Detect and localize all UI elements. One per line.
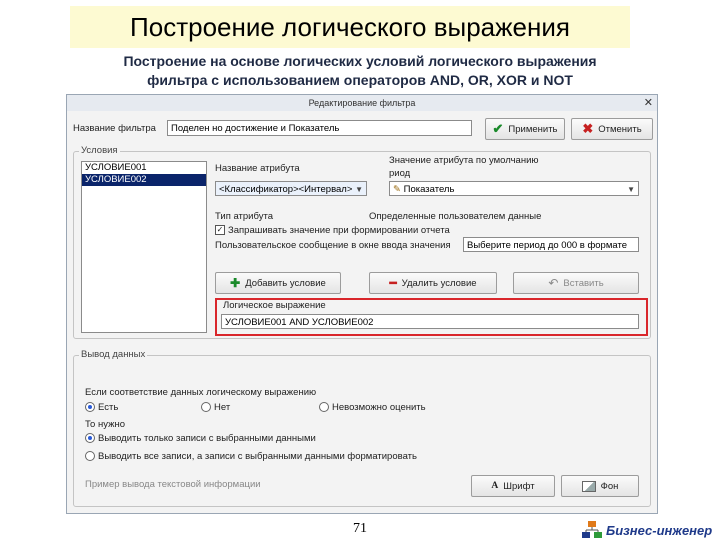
option-only-matching-label: Выводить только записи с выбранными данн… <box>98 433 316 444</box>
list-item[interactable]: УСЛОВИЕ002 <box>82 174 206 186</box>
attribute-type-label: Тип атрибута <box>215 211 274 222</box>
pencil-icon: ✎ <box>393 184 401 195</box>
apply-button-label: Применить <box>508 123 558 135</box>
add-condition-button[interactable]: ✚ Добавить условие <box>215 272 341 294</box>
user-message-label: Пользовательское сообщение в окне ввода … <box>215 240 451 251</box>
ask-on-report-label: Запрашивать значение при формировании от… <box>228 225 450 236</box>
default-value-label-2: риод <box>389 168 411 179</box>
chevron-down-icon: ▼ <box>355 185 363 194</box>
radio-unknown-button[interactable] <box>319 402 329 413</box>
delete-condition-button[interactable]: ━ Удалить условие <box>369 272 497 294</box>
close-icon[interactable]: ✕ <box>644 95 653 111</box>
brand: Бизнес-инженер <box>582 521 712 539</box>
undo-icon: ↶ <box>548 276 559 290</box>
logic-expression-label: Логическое выражение <box>223 300 326 311</box>
background-button[interactable]: Фон <box>561 475 639 497</box>
option-format-matching-label: Выводить все записи, а записи с выбранны… <box>98 451 417 462</box>
chevron-down-icon: ▼ <box>627 185 635 194</box>
attribute-name-value: <Классификатор><Интервал> <box>219 184 353 195</box>
list-item[interactable]: УСЛОВИЕ001 <box>82 162 206 174</box>
default-value-select[interactable]: ✎ Показатель ▼ <box>389 181 639 196</box>
font-icon: A <box>491 481 499 491</box>
background-button-label: Фон <box>600 480 619 492</box>
cancel-button-label: Отменить <box>598 123 642 135</box>
delete-condition-label: Удалить условие <box>401 277 477 289</box>
minus-icon: ━ <box>389 276 397 290</box>
background-icon <box>581 480 596 492</box>
brand-name: Бизнес-инженер <box>606 522 713 538</box>
logic-expression-input[interactable]: УСЛОВИЕ001 AND УСЛОВИЕ002 <box>221 314 639 329</box>
default-value-label: Значение атрибута по умолчанию <box>389 155 539 166</box>
option-only-matching-button[interactable] <box>85 433 95 444</box>
attribute-type-value: Определенные пользователем данные <box>369 211 542 222</box>
sample-output-text: Пример вывода текстовой информации <box>85 479 261 490</box>
radio-unknown-label: Невозможно оценить <box>332 402 426 413</box>
option-format-matching[interactable]: Выводить все записи, а записи с выбранны… <box>85 451 417 462</box>
subtitle-line-2: фильтра с использованием операторов AND,… <box>147 72 573 88</box>
output-group-title: Вывод данных <box>79 349 148 360</box>
attribute-name-select[interactable]: <Классификатор><Интервал> ▼ <box>215 181 367 196</box>
checkmark-icon: ✔ <box>492 121 504 136</box>
dialog-titlebar: Редактирование фильтра ✕ <box>67 95 657 111</box>
cancel-button[interactable]: ✖ Отменить <box>571 118 653 140</box>
radio-yes-button[interactable] <box>85 402 95 413</box>
cross-icon: ✖ <box>582 121 594 136</box>
slide-title: Построение логического выражения <box>70 6 630 48</box>
brand-logo-icon <box>582 521 602 538</box>
ask-on-report-checkbox[interactable]: ✓ <box>215 225 225 236</box>
condition-question-label: Если соответствие данных логическому выр… <box>85 387 317 398</box>
radio-yes[interactable]: Есть <box>85 402 118 413</box>
then-label: То нужно <box>85 419 125 430</box>
conditions-list[interactable]: УСЛОВИЕ001 УСЛОВИЕ002 <box>81 161 207 333</box>
apply-button[interactable]: ✔ Применить <box>485 118 565 140</box>
dialog-title: Редактирование фильтра <box>308 98 416 108</box>
filter-name-label: Название фильтра <box>73 123 156 134</box>
default-value: Показатель <box>403 184 455 195</box>
radio-unknown[interactable]: Невозможно оценить <box>319 402 426 413</box>
font-button[interactable]: A Шрифт <box>471 475 555 497</box>
plus-icon: ✚ <box>230 276 241 290</box>
radio-no-label: Нет <box>214 402 231 413</box>
option-format-matching-button[interactable] <box>85 451 95 462</box>
insert-button[interactable]: ↶ Вставить <box>513 272 639 294</box>
font-button-label: Шрифт <box>503 480 535 492</box>
page-number: 71 <box>353 521 367 536</box>
radio-yes-label: Есть <box>98 402 119 413</box>
add-condition-label: Добавить условие <box>245 277 326 289</box>
filter-name-input[interactable]: Поделен но достижение и Показатель <box>167 120 472 136</box>
filter-dialog: Редактирование фильтра ✕ Название фильтр… <box>66 94 658 514</box>
radio-no-button[interactable] <box>201 402 211 413</box>
option-only-matching[interactable]: Выводить только записи с выбранными данн… <box>85 433 316 444</box>
ask-on-report-checkbox-row[interactable]: ✓ Запрашивать значение при формировании о… <box>215 225 450 236</box>
subtitle-line-1: Построение на основе логических условий … <box>123 53 597 69</box>
attribute-name-label: Название атрибута <box>215 163 300 174</box>
conditions-group-title: Условия <box>79 145 120 156</box>
radio-no[interactable]: Нет <box>201 402 230 413</box>
slide-subtitle: Построение на основе логических условий … <box>40 52 680 90</box>
insert-label: Вставить <box>563 277 604 289</box>
user-message-input[interactable]: Выберите период до 000 в формате <box>463 237 639 252</box>
